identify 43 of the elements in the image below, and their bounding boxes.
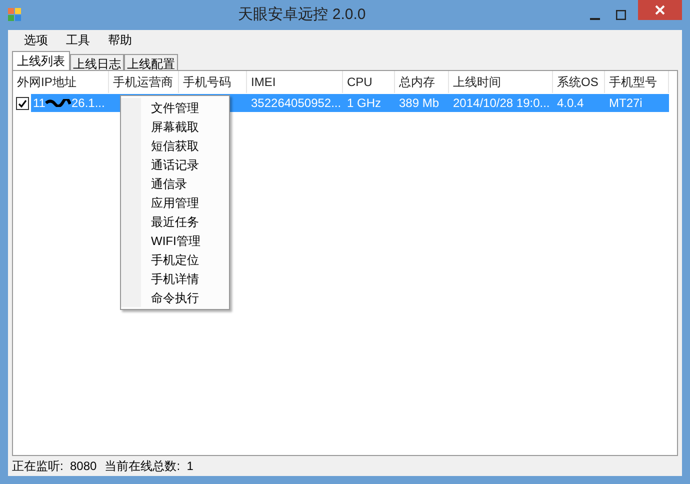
- row-checkbox[interactable]: [16, 96, 29, 110]
- window-title: 天眼安卓远控 2.0.0: [238, 6, 366, 23]
- column-header[interactable]: 总内存: [395, 71, 449, 93]
- tab[interactable]: 上线日志: [70, 54, 124, 70]
- context-menu-item[interactable]: 屏幕截取: [141, 117, 200, 136]
- table-cell: 389 Mb: [395, 94, 449, 112]
- column-header[interactable]: 手机型号: [605, 71, 669, 93]
- context-menu-item[interactable]: 文件管理: [141, 98, 200, 117]
- menu-item[interactable]: 帮助: [100, 31, 140, 49]
- table-cell: 1 GHz: [343, 94, 395, 112]
- scribble-drawing: [45, 99, 72, 107]
- column-header[interactable]: 手机运营商: [109, 71, 179, 93]
- minimize-icon: [590, 18, 600, 20]
- context-menu-item[interactable]: 命令执行: [141, 288, 200, 307]
- table-cell: 11 26.1...: [31, 94, 109, 112]
- status-text: 正在监听: 8080: [12, 458, 97, 475]
- column-header[interactable]: 上线时间: [449, 71, 553, 93]
- menu-item[interactable]: 工具: [58, 31, 98, 49]
- table-cell: MT27i: [605, 94, 669, 112]
- status-text: 当前在线总数: 1: [104, 458, 194, 475]
- context-menu-item[interactable]: 通信录: [141, 174, 200, 193]
- table-cell: 352264050952...: [247, 94, 343, 112]
- context-menu-item[interactable]: 应用管理: [141, 193, 200, 212]
- context-menu-item[interactable]: 最近任务: [141, 212, 200, 231]
- context-menu-item[interactable]: 通话记录: [141, 155, 200, 174]
- app-icon: [8, 8, 22, 22]
- table-cell: 4.0.4: [553, 94, 605, 112]
- table-cell: 2014/10/28 19:0...: [449, 94, 553, 112]
- tab[interactable]: 上线配置: [124, 54, 178, 70]
- column-header[interactable]: CPU: [343, 71, 395, 93]
- menu-item[interactable]: 选项: [16, 31, 56, 49]
- maximize-icon: [616, 10, 626, 20]
- close-icon: [655, 5, 665, 15]
- tab[interactable]: 上线列表: [12, 51, 70, 70]
- column-header[interactable]: 外网IP地址: [13, 71, 109, 93]
- column-header[interactable]: IMEI: [247, 71, 343, 93]
- context-menu-item[interactable]: 手机定位: [141, 250, 200, 269]
- context-menu-item[interactable]: 短信获取: [141, 136, 200, 155]
- context-menu-item[interactable]: 手机详情: [141, 269, 200, 288]
- close-button[interactable]: [638, 0, 682, 20]
- column-header[interactable]: 手机号码: [179, 71, 247, 93]
- context-menu-item[interactable]: WIFI管理: [141, 231, 200, 250]
- column-header[interactable]: 系统OS: [553, 71, 605, 93]
